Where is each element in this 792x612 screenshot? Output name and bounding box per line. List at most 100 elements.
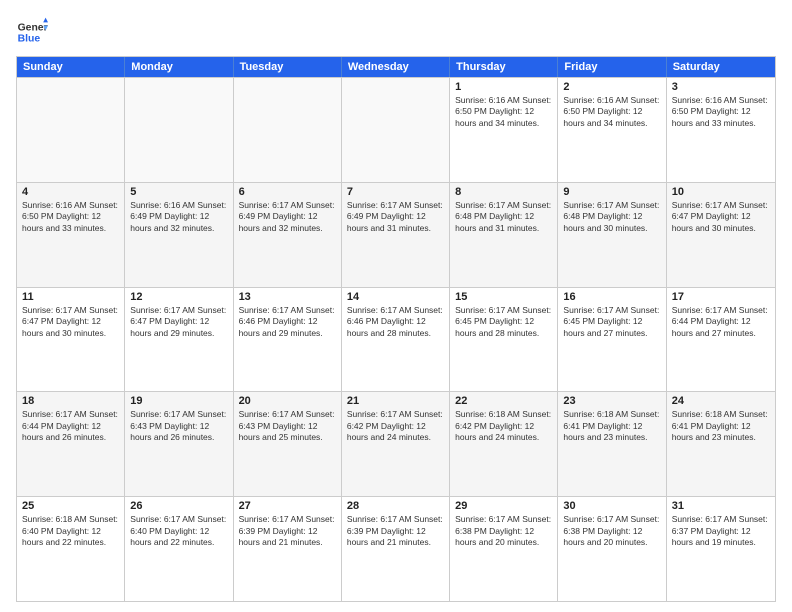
day-info: Sunrise: 6:18 AM Sunset: 6:41 PM Dayligh… <box>563 409 660 443</box>
calendar-cell: 3Sunrise: 6:16 AM Sunset: 6:50 PM Daylig… <box>667 78 775 182</box>
calendar-cell <box>234 78 342 182</box>
day-info: Sunrise: 6:17 AM Sunset: 6:48 PM Dayligh… <box>563 200 660 234</box>
calendar-cell: 25 Sunrise: 6:18 AM Sunset: 6:40 PM Dayli… <box>17 497 125 601</box>
header-cell-saturday: Saturday <box>667 57 775 77</box>
calendar-cell: 8 Sunrise: 6:17 AM Sunset: 6:48 PM Daylig… <box>450 183 558 287</box>
day-info: Sunrise: 6:17 AM Sunset: 6:37 PM Dayligh… <box>672 514 770 548</box>
day-info: Sunrise: 6:17 AM Sunset: 6:46 PM Dayligh… <box>347 305 444 339</box>
day-info: Sunrise: 6:18 AM Sunset: 6:40 PM Dayligh… <box>22 514 119 548</box>
calendar-row-0: 1 Sunrise: 6:16 AM Sunset: 6:50 PM Daylig… <box>17 77 775 182</box>
calendar-cell: 30 Sunrise: 6:17 AM Sunset: 6:38 PM Dayli… <box>558 497 666 601</box>
day-info: Sunrise: 6:16 AM Sunset: 6:50 PM Dayligh… <box>563 95 660 129</box>
day-number: 14 <box>347 291 444 303</box>
day-number: 26 <box>130 500 227 512</box>
day-info: Sunrise: 6:17 AM Sunset: 6:39 PM Dayligh… <box>347 514 444 548</box>
day-info: Sunrise: 6:17 AM Sunset: 6:49 PM Dayligh… <box>347 200 444 234</box>
calendar-cell: 24 Sunrise: 6:18 AM Sunset: 6:41 PM Dayli… <box>667 392 775 496</box>
day-info: Sunrise: 6:17 AM Sunset: 6:44 PM Dayligh… <box>672 305 770 339</box>
calendar-row-4: 25 Sunrise: 6:18 AM Sunset: 6:40 PM Dayli… <box>17 496 775 601</box>
day-number: 30 <box>563 500 660 512</box>
header-cell-friday: Friday <box>558 57 666 77</box>
day-number: 27 <box>239 500 336 512</box>
header: General Blue <box>16 16 776 48</box>
calendar-row-3: 18 Sunrise: 6:17 AM Sunset: 6:44 PM Dayli… <box>17 391 775 496</box>
day-info: Sunrise: 6:18 AM Sunset: 6:41 PM Dayligh… <box>672 409 770 443</box>
day-number: 17 <box>672 291 770 303</box>
day-number: 15 <box>455 291 552 303</box>
calendar-cell: 5Sunrise: 6:16 AM Sunset: 6:49 PM Daylig… <box>125 183 233 287</box>
calendar-cell: 26 Sunrise: 6:17 AM Sunset: 6:40 PM Dayli… <box>125 497 233 601</box>
day-info: Sunrise: 6:17 AM Sunset: 6:45 PM Dayligh… <box>455 305 552 339</box>
day-info: Sunrise: 6:16 AM Sunset: 6:50 PM Dayligh… <box>22 200 119 234</box>
calendar-body: 1 Sunrise: 6:16 AM Sunset: 6:50 PM Daylig… <box>17 77 775 601</box>
calendar-cell: 29Sunrise: 6:17 AM Sunset: 6:38 PM Dayli… <box>450 497 558 601</box>
calendar-cell <box>17 78 125 182</box>
svg-text:Blue: Blue <box>18 34 41 45</box>
day-number: 24 <box>672 395 770 407</box>
day-number: 2 <box>563 81 660 93</box>
calendar-cell: 17 Sunrise: 6:17 AM Sunset: 6:44 PM Dayli… <box>667 288 775 392</box>
calendar-cell: 4 Sunrise: 6:16 AM Sunset: 6:50 PM Daylig… <box>17 183 125 287</box>
calendar-row-1: 4 Sunrise: 6:16 AM Sunset: 6:50 PM Daylig… <box>17 182 775 287</box>
day-number: 6 <box>239 186 336 198</box>
day-number: 5 <box>130 186 227 198</box>
day-info: Sunrise: 6:17 AM Sunset: 6:47 PM Dayligh… <box>672 200 770 234</box>
calendar-cell: 28 Sunrise: 6:17 AM Sunset: 6:39 PM Dayli… <box>342 497 450 601</box>
day-number: 28 <box>347 500 444 512</box>
day-info: Sunrise: 6:17 AM Sunset: 6:48 PM Dayligh… <box>455 200 552 234</box>
day-number: 10 <box>672 186 770 198</box>
svg-text:General: General <box>18 22 48 33</box>
day-number: 22 <box>455 395 552 407</box>
day-info: Sunrise: 6:17 AM Sunset: 6:38 PM Dayligh… <box>563 514 660 548</box>
calendar-cell: 19Sunrise: 6:17 AM Sunset: 6:43 PM Dayli… <box>125 392 233 496</box>
day-number: 12 <box>130 291 227 303</box>
day-info: Sunrise: 6:17 AM Sunset: 6:45 PM Dayligh… <box>563 305 660 339</box>
calendar-cell: 23Sunrise: 6:18 AM Sunset: 6:41 PM Dayli… <box>558 392 666 496</box>
calendar-cell: 16Sunrise: 6:17 AM Sunset: 6:45 PM Dayli… <box>558 288 666 392</box>
logo: General Blue <box>16 16 48 48</box>
calendar-cell: 11Sunrise: 6:17 AM Sunset: 6:47 PM Dayli… <box>17 288 125 392</box>
calendar-cell: 18 Sunrise: 6:17 AM Sunset: 6:44 PM Dayli… <box>17 392 125 496</box>
day-number: 1 <box>455 81 552 93</box>
calendar-cell <box>342 78 450 182</box>
calendar-cell: 27 Sunrise: 6:17 AM Sunset: 6:39 PM Dayli… <box>234 497 342 601</box>
day-info: Sunrise: 6:17 AM Sunset: 6:40 PM Dayligh… <box>130 514 227 548</box>
calendar-cell: 6 Sunrise: 6:17 AM Sunset: 6:49 PM Daylig… <box>234 183 342 287</box>
day-info: Sunrise: 6:17 AM Sunset: 6:42 PM Dayligh… <box>347 409 444 443</box>
calendar-header: SundayMondayTuesdayWednesdayThursdayFrid… <box>17 57 775 77</box>
day-info: Sunrise: 6:16 AM Sunset: 6:50 PM Dayligh… <box>672 95 770 129</box>
day-info: Sunrise: 6:17 AM Sunset: 6:44 PM Dayligh… <box>22 409 119 443</box>
calendar-cell: 7Sunrise: 6:17 AM Sunset: 6:49 PM Daylig… <box>342 183 450 287</box>
day-number: 25 <box>22 500 119 512</box>
day-number: 18 <box>22 395 119 407</box>
day-info: Sunrise: 6:18 AM Sunset: 6:42 PM Dayligh… <box>455 409 552 443</box>
day-info: Sunrise: 6:17 AM Sunset: 6:49 PM Dayligh… <box>239 200 336 234</box>
day-info: Sunrise: 6:17 AM Sunset: 6:38 PM Dayligh… <box>455 514 552 548</box>
day-info: Sunrise: 6:17 AM Sunset: 6:39 PM Dayligh… <box>239 514 336 548</box>
day-info: Sunrise: 6:17 AM Sunset: 6:46 PM Dayligh… <box>239 305 336 339</box>
header-cell-wednesday: Wednesday <box>342 57 450 77</box>
calendar-cell: 20Sunrise: 6:17 AM Sunset: 6:43 PM Dayli… <box>234 392 342 496</box>
calendar-cell: 14 Sunrise: 6:17 AM Sunset: 6:46 PM Dayli… <box>342 288 450 392</box>
calendar-cell: 1 Sunrise: 6:16 AM Sunset: 6:50 PM Daylig… <box>450 78 558 182</box>
header-cell-sunday: Sunday <box>17 57 125 77</box>
header-cell-tuesday: Tuesday <box>234 57 342 77</box>
day-info: Sunrise: 6:16 AM Sunset: 6:50 PM Dayligh… <box>455 95 552 129</box>
day-number: 21 <box>347 395 444 407</box>
day-number: 31 <box>672 500 770 512</box>
calendar-cell: 13Sunrise: 6:17 AM Sunset: 6:46 PM Dayli… <box>234 288 342 392</box>
calendar-cell: 2 Sunrise: 6:16 AM Sunset: 6:50 PM Daylig… <box>558 78 666 182</box>
page: General Blue SundayMondayTuesdayWednesda… <box>0 0 792 612</box>
day-number: 4 <box>22 186 119 198</box>
calendar-cell: 9 Sunrise: 6:17 AM Sunset: 6:48 PM Daylig… <box>558 183 666 287</box>
day-number: 20 <box>239 395 336 407</box>
day-info: Sunrise: 6:17 AM Sunset: 6:47 PM Dayligh… <box>130 305 227 339</box>
day-number: 9 <box>563 186 660 198</box>
day-number: 11 <box>22 291 119 303</box>
header-cell-thursday: Thursday <box>450 57 558 77</box>
calendar-cell: 15 Sunrise: 6:17 AM Sunset: 6:45 PM Dayli… <box>450 288 558 392</box>
day-number: 19 <box>130 395 227 407</box>
calendar-cell: 21 Sunrise: 6:17 AM Sunset: 6:42 PM Dayli… <box>342 392 450 496</box>
day-number: 8 <box>455 186 552 198</box>
logo-icon: General Blue <box>16 16 48 48</box>
